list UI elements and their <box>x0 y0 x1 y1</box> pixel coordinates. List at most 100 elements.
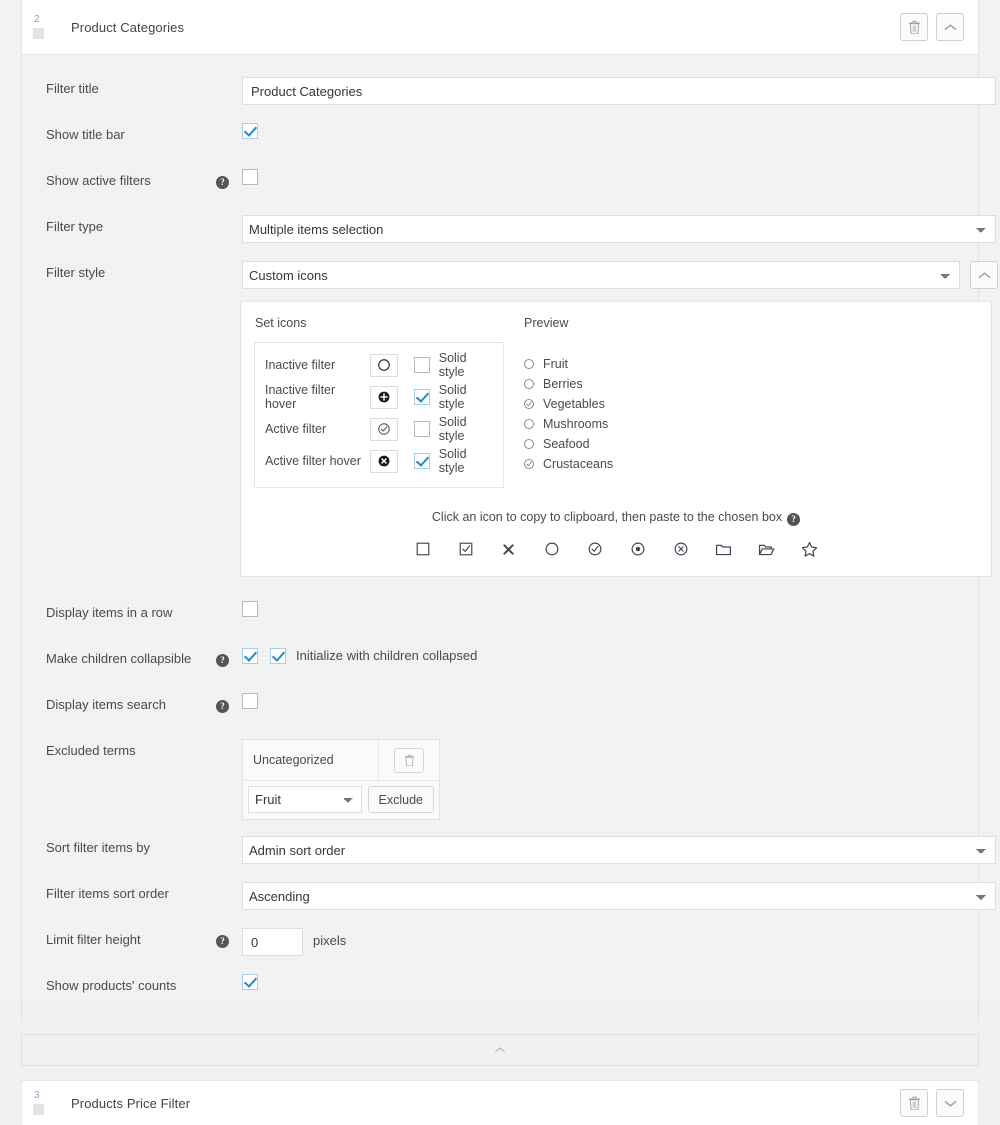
add-excluded-term-row: Fruit Exclude <box>243 781 439 819</box>
limit-filter-height-label: Limit filter height <box>46 932 141 947</box>
help-icon[interactable]: ? <box>216 700 229 713</box>
show-active-filters-checkbox[interactable] <box>242 169 258 185</box>
preview-item[interactable]: Berries <box>523 374 991 394</box>
folder-open-icon[interactable] <box>756 538 778 560</box>
preview-list: Fruit Berries Vegetables Mushrooms Seafo… <box>523 354 991 474</box>
x-icon[interactable] <box>498 538 520 560</box>
row-filter-title: Filter title <box>22 77 996 107</box>
inactive-filter-hover-solid-checkbox[interactable] <box>414 389 430 405</box>
initialize-children-collapsed-checkbox[interactable] <box>270 647 286 664</box>
excluded-terms-label: Excluded terms <box>46 743 136 758</box>
preview-column: Preview Fruit Berries Vegetables Mushroo… <box>511 316 991 488</box>
excluded-terms-help-slot <box>216 739 242 743</box>
help-icon[interactable]: ? <box>216 935 229 948</box>
check-circle-icon[interactable] <box>584 538 606 560</box>
checked-square-icon[interactable] <box>455 538 477 560</box>
filter-style-select[interactable]: Custom icons <box>242 261 960 289</box>
inactive-filter-solid-checkbox[interactable] <box>414 357 430 373</box>
show-active-filters-label: Show active filters <box>46 173 151 188</box>
filter-type-select[interactable]: Multiple items selection <box>242 215 996 243</box>
excluded-term-name: Uncategorized <box>243 740 379 780</box>
preview-item[interactable]: Vegetables <box>523 394 991 414</box>
filter-type-help-slot <box>216 215 242 219</box>
remove-excluded-term-button[interactable] <box>394 747 424 773</box>
folder-icon[interactable] <box>713 538 735 560</box>
set-row-inactive-filter-hover: Inactive filter hover Solid style <box>265 381 493 413</box>
display-items-row-checkbox[interactable] <box>242 601 258 617</box>
limit-filter-height-input[interactable] <box>242 928 303 956</box>
widget-settings-page: 2 Product Categories Filter title Produc… <box>0 0 1000 1125</box>
widget-collapse-bar[interactable] <box>21 1034 979 1066</box>
active-filter-hover-solid-checkbox[interactable] <box>414 453 430 469</box>
filter-items-sort-order-select[interactable]: Ascending <box>242 882 996 910</box>
show-title-bar-help-slot <box>216 123 242 127</box>
active-filter-hover-icon-field[interactable] <box>369 449 399 473</box>
preview-item[interactable]: Mushrooms <box>523 414 991 434</box>
set-row-label: Inactive filter hover <box>265 383 336 411</box>
show-title-bar-checkbox[interactable] <box>242 123 258 139</box>
filter-title-input[interactable] <box>242 77 996 105</box>
make-children-collapsible-checkbox[interactable] <box>242 647 258 664</box>
show-products-counts-label: Show products' counts <box>46 978 177 993</box>
preview-item[interactable]: Fruit <box>523 354 991 374</box>
chevron-up-icon <box>495 1047 505 1053</box>
dot-circle-icon[interactable] <box>627 538 649 560</box>
row-show-title-bar: Show title bar <box>22 123 978 153</box>
set-row-inactive-filter: Inactive filter Solid style <box>265 349 493 381</box>
filter-items-sort-order-help-slot <box>216 882 242 886</box>
check-circle-outline-icon <box>378 423 390 435</box>
preview-item-label: Seafood <box>543 437 590 451</box>
initialize-children-collapsed-label: Initialize with children collapsed <box>296 648 478 663</box>
filter-style-label: Filter style <box>46 265 106 280</box>
x-circle-icon[interactable] <box>670 538 692 560</box>
display-items-search-checkbox[interactable] <box>242 693 258 709</box>
help-icon[interactable]: ? <box>216 176 229 189</box>
inactive-filter-hover-icon-field[interactable] <box>369 385 399 409</box>
star-icon[interactable] <box>799 538 821 560</box>
sort-filter-items-by-label: Sort filter items by <box>46 840 151 855</box>
collapse-widget-button[interactable] <box>936 13 964 41</box>
delete-widget-button[interactable] <box>900 13 928 41</box>
excluded-term-row: Uncategorized <box>243 740 439 781</box>
excluded-terms-box: Uncategorized Fruit Exclude <box>242 739 440 820</box>
widget-drag-handle[interactable]: 3 <box>32 1091 62 1115</box>
active-filter-solid-checkbox[interactable] <box>414 421 430 437</box>
preview-item[interactable]: Seafood <box>523 434 991 454</box>
help-icon[interactable]: ? <box>787 513 801 526</box>
display-items-search-label: Display items search <box>46 697 166 712</box>
drag-grip-icon[interactable] <box>33 1104 44 1115</box>
widget-drag-handle[interactable]: 2 <box>32 15 62 39</box>
sort-filter-items-by-select[interactable]: Admin sort order <box>242 836 996 864</box>
delete-widget-button[interactable] <box>900 1089 928 1117</box>
help-icon[interactable]: ? <box>216 654 229 667</box>
chevron-up-icon <box>944 23 956 30</box>
excluded-term-select[interactable]: Fruit <box>248 786 362 813</box>
inactive-filter-icon-field[interactable] <box>369 353 399 377</box>
active-filter-icon-field[interactable] <box>369 417 399 441</box>
set-icons-box: Inactive filter Solid style Inactive fil… <box>254 342 504 488</box>
row-show-active-filters: Show active filters ? <box>22 169 978 199</box>
set-icons-column: Set icons Inactive filter Solid style In… <box>241 316 511 488</box>
drag-grip-icon[interactable] <box>33 28 44 39</box>
check-circle-outline-icon <box>523 398 541 410</box>
product-categories-widget: 2 Product Categories Filter title Produc… <box>21 0 998 1022</box>
circle-icon[interactable] <box>541 538 563 560</box>
preview-item[interactable]: Crustaceans <box>523 454 991 474</box>
expand-widget-button[interactable] <box>936 1089 964 1117</box>
show-products-counts-checkbox[interactable] <box>242 974 258 990</box>
filter-style-toggle-button[interactable] <box>970 261 998 289</box>
widget-header[interactable]: 2 Product Categories <box>22 0 978 55</box>
exclude-button[interactable]: Exclude <box>367 786 434 813</box>
row-display-items-in-a-row: Display items in a row <box>22 601 978 631</box>
set-row-active-filter-hover: Active filter hover Solid style <box>265 445 493 477</box>
filter-type-label: Filter type <box>46 219 104 234</box>
square-icon[interactable] <box>412 538 434 560</box>
trash-icon <box>404 754 414 766</box>
widget-index: 3 <box>34 1090 40 1101</box>
products-price-filter-widget-header[interactable]: 3 Products Price Filter <box>21 1080 979 1125</box>
filter-style-help-slot <box>216 261 242 265</box>
